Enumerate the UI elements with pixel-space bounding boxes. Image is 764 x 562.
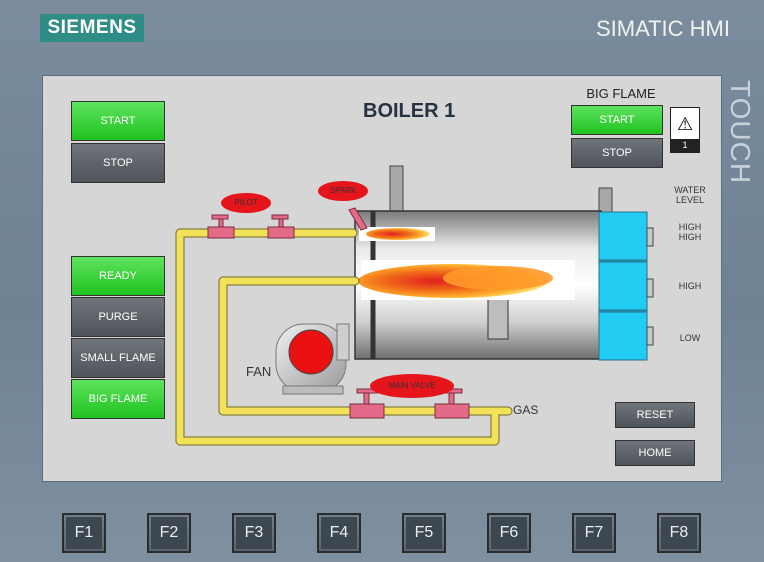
alarm-indicator[interactable]: ⚠ 1 <box>670 107 700 153</box>
level-high-label: HIGH <box>678 281 702 291</box>
siemens-logo: SIEMENS <box>40 14 144 42</box>
level-sensor-h <box>646 278 654 298</box>
pilot-flame <box>366 228 430 240</box>
level-high-high-segment <box>598 211 648 261</box>
fan-outlet <box>336 323 350 361</box>
start-button[interactable]: START <box>71 101 165 141</box>
f2-key[interactable]: F2 <box>147 513 191 553</box>
level-high-high-label: HIGH HIGH <box>678 222 702 242</box>
f5-key[interactable]: F5 <box>402 513 446 553</box>
f7-key[interactable]: F7 <box>572 513 616 553</box>
function-keys: F1 F2 F3 F4 F5 F6 F7 F8 <box>0 506 764 562</box>
warning-icon: ⚠ <box>677 114 694 134</box>
level-sensor-l <box>646 326 654 346</box>
big-flame-stop-button[interactable]: STOP <box>571 138 663 168</box>
stop-button[interactable]: STOP <box>71 143 165 183</box>
f4-key[interactable]: F4 <box>317 513 361 553</box>
fan-label: FAN <box>246 364 272 379</box>
ready-status[interactable]: READY <box>71 256 165 296</box>
level-high-segment <box>598 261 648 311</box>
purge-status[interactable]: PURGE <box>71 297 165 337</box>
alarm-count: 1 <box>671 139 699 152</box>
hmi-bezel: SIEMENS SIMATIC HMI TOUCH BOILER 1 START… <box>0 0 764 562</box>
touch-badge: TOUCH <box>725 80 756 185</box>
f1-key[interactable]: F1 <box>62 513 106 553</box>
reset-button[interactable]: RESET <box>615 402 695 428</box>
level-low-label: LOW <box>679 333 701 343</box>
big-flame-label: BIG FLAME <box>586 86 656 101</box>
spark-tag: SPARK <box>318 181 368 201</box>
gas-label: GAS <box>513 403 539 417</box>
page-title: BOILER 1 <box>363 100 456 122</box>
chimney <box>389 165 404 212</box>
f8-key[interactable]: F8 <box>657 513 701 553</box>
level-low-segment <box>598 311 648 361</box>
product-name: SIMATIC HMI <box>595 16 730 41</box>
small-flame-status[interactable]: SMALL FLAME <box>71 338 165 378</box>
fan-rotor <box>288 329 334 375</box>
main-valve-tag: MAIN VALVE <box>370 374 454 398</box>
hmi-screen: BOILER 1 START STOP READY PURGE SMALL FL… <box>42 75 722 482</box>
fan-base <box>282 385 344 395</box>
chimney-rear <box>598 187 613 213</box>
level-sensor-hh <box>646 227 654 247</box>
water-level-title: WATER LEVEL <box>674 185 706 205</box>
pilot-tag: PILOT <box>221 193 271 213</box>
f3-key[interactable]: F3 <box>232 513 276 553</box>
big-flame-start-button[interactable]: START <box>571 105 663 135</box>
boiler-inspection-door <box>487 293 509 340</box>
f6-key[interactable]: F6 <box>487 513 531 553</box>
home-button[interactable]: HOME <box>615 440 695 466</box>
main-flame-tip <box>443 266 553 290</box>
big-flame-status[interactable]: BIG FLAME <box>71 379 165 419</box>
